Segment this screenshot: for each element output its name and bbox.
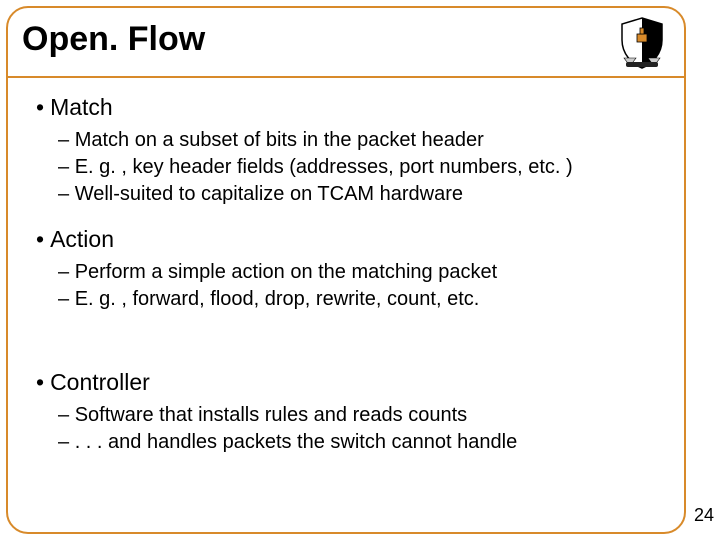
bullet-heading-text: Action bbox=[50, 226, 114, 252]
bullet-heading-text: Controller bbox=[50, 369, 150, 395]
page-number: 24 bbox=[694, 505, 714, 526]
section-controller: •Controller Software that installs rules… bbox=[36, 369, 662, 456]
bullet-heading-text: Match bbox=[50, 94, 113, 120]
bullet-heading: •Action bbox=[36, 226, 662, 253]
bullet-heading: •Controller bbox=[36, 369, 662, 396]
sub-bullets: Match on a subset of bits in the packet … bbox=[36, 127, 662, 208]
sub-bullets: Software that installs rules and reads c… bbox=[36, 402, 662, 456]
sub-bullet: Perform a simple action on the matching … bbox=[58, 259, 662, 286]
bullet-heading: •Match bbox=[36, 94, 662, 121]
section-match: •Match Match on a subset of bits in the … bbox=[36, 94, 662, 208]
sub-bullet: Software that installs rules and reads c… bbox=[58, 402, 662, 429]
slide-frame: Open. Flow •Match Match on a subset of b… bbox=[6, 6, 686, 534]
sub-bullet: . . . and handles packets the switch can… bbox=[58, 429, 662, 456]
spacer bbox=[36, 331, 662, 369]
section-action: •Action Perform a simple action on the m… bbox=[36, 226, 662, 313]
slide-body: •Match Match on a subset of bits in the … bbox=[8, 78, 684, 456]
sub-bullet: Match on a subset of bits in the packet … bbox=[58, 127, 662, 154]
slide-title: Open. Flow bbox=[22, 20, 205, 59]
sub-bullet: E. g. , forward, flood, drop, rewrite, c… bbox=[58, 286, 662, 313]
header: Open. Flow bbox=[8, 8, 684, 78]
princeton-logo-icon bbox=[614, 14, 670, 75]
sub-bullet: Well-suited to capitalize on TCAM hardwa… bbox=[58, 181, 662, 208]
sub-bullet: E. g. , key header fields (addresses, po… bbox=[58, 154, 662, 181]
sub-bullets: Perform a simple action on the matching … bbox=[36, 259, 662, 313]
